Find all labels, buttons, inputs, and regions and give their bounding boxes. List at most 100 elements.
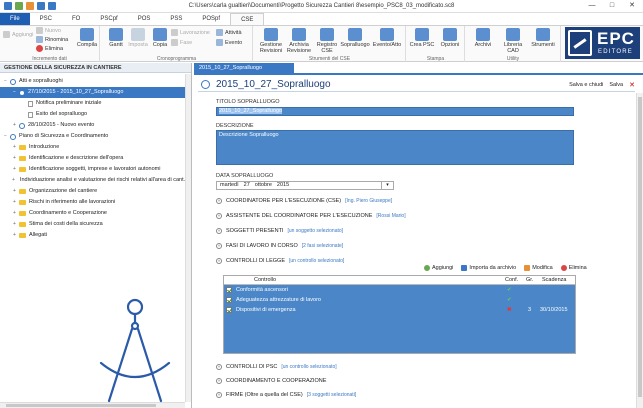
tab-pss[interactable]: PSS [160, 13, 192, 25]
tab-pospf[interactable]: POSpf [192, 13, 230, 25]
collapse-section-icon[interactable]: ˄ [216, 257, 222, 264]
tree-item[interactable]: + Stima dei costi della sicurezza [0, 219, 185, 230]
expand-icon[interactable]: + [12, 153, 17, 164]
grid-delete-button[interactable]: Elimina [560, 265, 587, 271]
expand-icon[interactable]: + [12, 120, 17, 131]
section-selection-link[interactable]: [un controllo selezionato] [281, 364, 336, 370]
registro-cse-button[interactable]: Registro CSE [312, 28, 342, 54]
tree-item[interactable]: Esito del sopralluogo [0, 109, 185, 120]
tree-item[interactable]: Notifica preliminare iniziale [0, 98, 185, 109]
section-selection-link[interactable]: [un soggetto selezionato] [287, 228, 343, 234]
col-controllo[interactable]: Controllo [254, 277, 276, 283]
collapsible-section[interactable]: ˅ ASSISTENTE DEL COORDINATORE PER L'ESECU… [216, 211, 406, 220]
attivita-button[interactable]: Attività [216, 29, 242, 36]
calendar-dropdown-icon[interactable]: ▾ [381, 182, 393, 189]
date-picker[interactable]: martedì 27 ottobre 2015 ▾ [216, 181, 394, 190]
nuovo-button[interactable]: Nuovo [36, 27, 61, 34]
collapsible-section[interactable]: ˅ SOGGETTI PRESENTI [un soggetto seleziona… [216, 226, 343, 235]
section-selection-link[interactable]: [Ing. Piero Giuseppe] [345, 198, 392, 204]
expand-icon[interactable]: + [12, 142, 17, 153]
tree-item[interactable]: + Identificazione e descrizione dell'oper… [0, 153, 185, 164]
close-window-button[interactable]: ✕ [623, 1, 641, 11]
row-checkbox[interactable] [226, 297, 232, 303]
fase-button[interactable]: Fase [171, 39, 192, 46]
collapsible-section[interactable]: ˅ FASI DI LAVORO IN CORSO [2 fasi selezion… [216, 241, 343, 250]
expand-section-icon[interactable]: ˅ [216, 391, 222, 398]
table-row[interactable]: Adeguatezza attrezzature di lavoro ✔ [224, 296, 575, 305]
gestione-revisioni-button[interactable]: Gestione Revisioni [256, 28, 286, 54]
expand-icon[interactable]: + [12, 175, 15, 186]
evento-button[interactable]: Evento [216, 39, 242, 46]
table-row[interactable]: Dispositivi di emergenza ✖ 3 30/10/2015 [224, 306, 575, 315]
collapse-icon[interactable]: − [3, 76, 8, 87]
save-close-button[interactable]: Salva e chiudi [569, 82, 603, 88]
expand-section-icon[interactable]: ˅ [216, 377, 222, 384]
expand-section-icon[interactable]: ˅ [216, 227, 222, 234]
tree-item[interactable]: − Atti e sopralluoghi [0, 76, 185, 87]
row-checkbox[interactable] [226, 287, 232, 293]
expand-icon[interactable]: + [12, 219, 17, 230]
tab-psc[interactable]: PSC [30, 13, 62, 25]
tree-item[interactable]: + Allegati [0, 230, 185, 241]
descrizione-textarea[interactable]: Descrizione Sopralluogo [216, 130, 574, 165]
minimize-button[interactable]: — [583, 1, 601, 11]
col-conf[interactable]: Conf. [505, 277, 518, 283]
document-vertical-scrollbar[interactable] [636, 93, 643, 408]
tab-fo[interactable]: FO [62, 13, 90, 25]
tree-item[interactable]: − Piano di Sicurezza e Coordinamento [0, 131, 185, 142]
col-scadenza[interactable]: Scadenza [542, 277, 566, 283]
tab-pscpf[interactable]: PSCpf [90, 13, 127, 25]
crea-psc-button[interactable]: Crea PSC [407, 28, 437, 48]
elimina-button[interactable]: Elimina [36, 45, 63, 52]
tab-file[interactable]: File [0, 13, 30, 25]
strumenti-button[interactable]: Strumenti [528, 28, 558, 48]
tree-item[interactable]: + Individuazione analisi e valutazione de… [0, 175, 185, 186]
tree-item[interactable]: + Introduzione [0, 142, 185, 153]
grid-import-button[interactable]: Importa da archivio [461, 265, 516, 271]
archivi-button[interactable]: Archivi [468, 28, 498, 48]
compila-button[interactable]: Compila [72, 28, 102, 48]
libreria-cad-button[interactable]: Libreria CAD [498, 28, 528, 54]
collapsible-section[interactable]: ˅ CONTROLLI DI PSC [un controllo seleziona… [216, 362, 337, 371]
collapsible-section[interactable]: ˅ FIRME (Oltre a quella del CSE) [3 sogget… [216, 390, 356, 399]
expand-icon[interactable]: + [12, 186, 17, 197]
save-button[interactable]: Salva [609, 82, 623, 88]
archivia-revisione-button[interactable]: Archivia Revisione [284, 28, 314, 54]
expand-icon[interactable]: + [12, 164, 17, 175]
scrollbar-thumb[interactable] [638, 97, 642, 397]
expand-section-icon[interactable]: ˅ [216, 197, 222, 204]
sopralluogo-button[interactable]: Sopralluogo [340, 28, 370, 48]
collapsible-section[interactable]: ˅ COORDINAMENTO E COOPERAZIONE [216, 376, 326, 385]
tree-item[interactable]: + Coordinamento e Cooperazione [0, 208, 185, 219]
grid-edit-button[interactable]: Modifica [524, 265, 553, 271]
expand-icon[interactable]: + [12, 208, 17, 219]
tree-item[interactable]: + Rischi in riferimento alle lavorazioni [0, 197, 185, 208]
aggiungi-button[interactable]: Aggiungi [3, 31, 33, 38]
collapsible-section[interactable]: ˄ CONTROLLI DI LEGGE [un controllo selezio… [216, 256, 344, 265]
section-selection-link[interactable]: [Rossi Mario] [376, 213, 405, 219]
maximize-button[interactable]: □ [603, 1, 621, 11]
grid-add-button[interactable]: Aggiungi [424, 265, 453, 271]
section-selection-link[interactable]: [2 fasi selezionate] [302, 243, 343, 249]
tab-cse[interactable]: CSE [230, 13, 265, 25]
tree-item[interactable]: + Organizzazione del cantiere [0, 186, 185, 197]
table-row[interactable]: Conformità ascensori ✔ [224, 286, 575, 295]
section-selection-link[interactable]: [un controllo selezionato] [289, 258, 344, 264]
tree-item[interactable]: + Identificazione soggetti, imprese e lav… [0, 164, 185, 175]
expand-section-icon[interactable]: ˅ [216, 242, 222, 249]
expand-icon[interactable]: + [12, 230, 17, 241]
tree-item[interactable]: +28/10/2015 - Nuovo evento [0, 120, 185, 131]
expand-section-icon[interactable]: ˅ [216, 363, 222, 370]
collapse-icon[interactable]: − [3, 131, 8, 142]
evento-atto-button[interactable]: Evento/Atto [372, 28, 402, 48]
titolo-input[interactable]: 2015_10_27_Sopralluogo [216, 107, 574, 116]
tree-vertical-scrollbar[interactable] [185, 74, 191, 402]
collapsible-section[interactable]: ˅ COORDINATORE PER L'ESECUZIONE (CSE) [Ing… [216, 196, 392, 205]
col-gr[interactable]: Gr. [526, 277, 533, 283]
rinomina-button[interactable]: Rinomina [36, 36, 68, 43]
close-document-button[interactable]: ✕ [629, 81, 635, 89]
lavorazione-button[interactable]: Lavorazione [171, 29, 210, 36]
row-checkbox[interactable] [226, 307, 232, 313]
section-selection-link[interactable]: [3 soggetti selezionati] [307, 392, 356, 398]
document-tab[interactable]: 2015_10_27_Sopralluogo [194, 63, 294, 73]
